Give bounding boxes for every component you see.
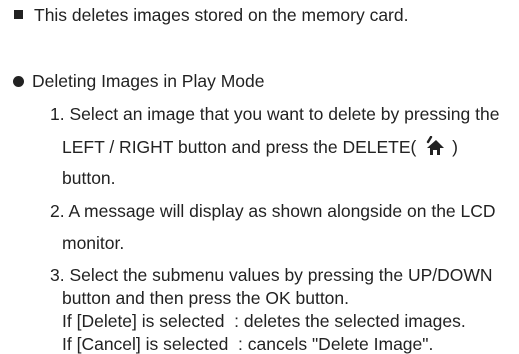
round-bullet-icon bbox=[13, 76, 24, 87]
step-2-line-2: monitor. bbox=[62, 233, 125, 253]
step-1-line-2-close: ) bbox=[452, 137, 458, 157]
step-1-line-2-text: LEFT / RIGHT button and press the DELETE… bbox=[62, 137, 417, 157]
section-heading: Deleting Images in Play Mode bbox=[32, 71, 265, 91]
step-3-line-2: button and then press the OK button. bbox=[62, 288, 350, 308]
step-3-line-1: 3. Select the submenu values by pressing… bbox=[50, 265, 493, 285]
square-bullet-icon bbox=[14, 10, 23, 19]
step-1-line-3: button. bbox=[62, 168, 116, 188]
intro-text: This deletes images stored on the memory… bbox=[34, 5, 409, 25]
step-3-option-cancel: If [Cancel] is selected : cancels "Delet… bbox=[62, 334, 434, 354]
trash-delete-icon bbox=[423, 135, 445, 160]
step-2-line-1: 2. A message will display as shown along… bbox=[50, 201, 496, 221]
step-1-line-2: LEFT / RIGHT button and press the DELETE… bbox=[62, 135, 458, 160]
step-3-option-delete: If [Delete] is selected : deletes the se… bbox=[62, 311, 466, 331]
step-1-line-1: 1. Select an image that you want to dele… bbox=[50, 104, 500, 124]
